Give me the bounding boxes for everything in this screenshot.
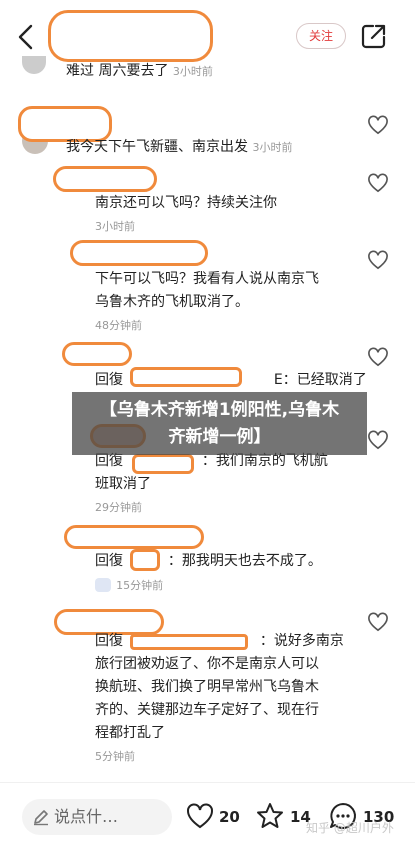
comment: 难过 周六要去了 3小时前 bbox=[66, 60, 213, 83]
comment: 回復 ：我们南京的飞机航 班取消了 29分钟前 bbox=[95, 450, 328, 519]
comment-text: 我今天下午飞新疆、南京出发 bbox=[66, 139, 248, 155]
comment-text-line: ：我们南京的飞机航 bbox=[201, 453, 328, 469]
back-arrow-icon[interactable] bbox=[12, 20, 40, 54]
comment-text-line: 齐的、关键那边车子定好了、现在行 bbox=[95, 702, 319, 718]
author-name-redacted bbox=[48, 10, 213, 62]
star-icon[interactable] bbox=[256, 802, 284, 830]
comment-text: ：那我明天也去不成了。 bbox=[167, 553, 322, 569]
username-redacted bbox=[62, 342, 132, 366]
comment-text: 难过 周六要去了 bbox=[66, 63, 169, 79]
comment: 南京还可以飞吗？持续关注你 3小时前 bbox=[95, 192, 277, 238]
avatar[interactable] bbox=[22, 56, 46, 74]
headline-banner: 【乌鲁木齐新增1例阳性,乌鲁木 齐新增一例】 bbox=[72, 392, 367, 455]
pencil-icon bbox=[34, 810, 48, 826]
username-redacted bbox=[70, 240, 208, 266]
like-count: 20 bbox=[219, 808, 240, 826]
like-heart-icon[interactable] bbox=[367, 173, 389, 193]
reply-prefix: 回復 bbox=[95, 553, 123, 569]
comment-time: 3小时前 bbox=[252, 141, 293, 154]
reply-target-redacted bbox=[132, 454, 194, 474]
reply-meta: 15分钟前 bbox=[95, 574, 163, 593]
comment-time: 15分钟前 bbox=[116, 579, 164, 592]
like-heart-icon[interactable] bbox=[367, 250, 389, 270]
comment-text-line: 旅行团被劝返了、你不是南京人可以 bbox=[95, 656, 319, 672]
comment-text-line: 班取消了 bbox=[95, 476, 151, 492]
watermark: 知乎 @超川户外 bbox=[306, 821, 394, 835]
like-heart-icon[interactable] bbox=[186, 803, 214, 829]
like-heart-icon[interactable] bbox=[367, 612, 389, 632]
like-heart-icon[interactable] bbox=[367, 347, 389, 367]
reply-target-redacted bbox=[130, 367, 242, 387]
reply-target-redacted bbox=[130, 634, 248, 650]
comment-time: 3小时前 bbox=[172, 65, 213, 78]
comment-text: E：已经取消了 bbox=[273, 372, 367, 388]
comment: 下午可以飞吗？我看有人说从南京飞 乌鲁木齐的飞机取消了。 48分钟前 bbox=[95, 268, 319, 337]
reply-target-redacted bbox=[130, 549, 160, 571]
username-redacted bbox=[64, 525, 204, 549]
comment-text-line: 换航班、我们换了明早常州飞乌鲁木 bbox=[95, 679, 319, 695]
banner-line: 齐新增一例】 bbox=[168, 427, 271, 447]
reply-prefix: 回復 bbox=[95, 453, 123, 469]
comment: 回復 ：说好多南京 旅行团被劝返了、你不是南京人可以 换航班、我们换了明早常州飞… bbox=[95, 630, 344, 768]
bottom-bar: 说点什… 20 14 130 知乎 @超川户外 bbox=[0, 782, 415, 848]
follow-button[interactable]: 关注 bbox=[296, 23, 346, 49]
comment-input[interactable]: 说点什… bbox=[22, 799, 172, 835]
username-redacted bbox=[53, 166, 157, 192]
comment-text-line: 下午可以飞吗？我看有人说从南京飞 bbox=[95, 271, 319, 287]
like-heart-icon[interactable] bbox=[367, 430, 389, 450]
comment-time: 48分钟前 bbox=[95, 319, 142, 332]
comment-input-placeholder: 说点什… bbox=[54, 807, 119, 826]
comment: 我今天下午飞新疆、南京出发 3小时前 bbox=[66, 136, 292, 159]
comment-time: 3小时前 bbox=[95, 220, 135, 233]
share-icon[interactable] bbox=[360, 22, 388, 50]
reply-prefix: 回復 bbox=[95, 372, 123, 388]
comment-time: 5分钟前 bbox=[95, 750, 135, 763]
emoji-sticker-icon bbox=[95, 577, 111, 592]
comment-text-line: ：说好多南京 bbox=[259, 633, 344, 649]
banner-line: 【乌鲁木齐新增1例阳性,乌鲁木 bbox=[99, 400, 340, 420]
comment-text: 南京还可以飞吗？持续关注你 bbox=[95, 195, 277, 211]
comment-text-line: 乌鲁木齐的飞机取消了。 bbox=[95, 294, 249, 310]
comment-text-line: 程都打乱了 bbox=[95, 725, 165, 741]
reply-prefix: 回復 bbox=[95, 633, 123, 649]
like-heart-icon[interactable] bbox=[367, 115, 389, 135]
comment-time: 29分钟前 bbox=[95, 501, 142, 514]
